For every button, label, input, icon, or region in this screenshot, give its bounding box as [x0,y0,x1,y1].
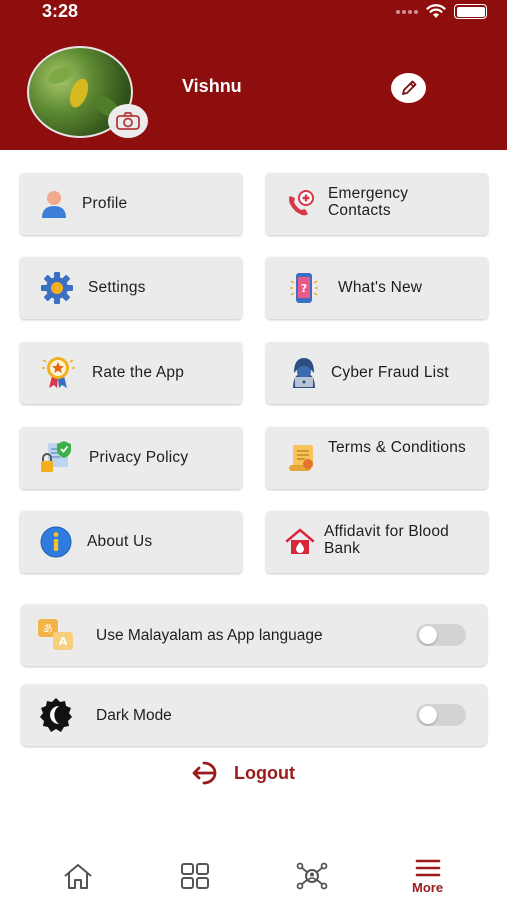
rating-badge-icon [40,354,76,390]
hacker-icon [286,354,322,390]
svg-text:A: A [59,635,68,648]
tab-home[interactable] [62,862,94,890]
user-name: Vishnu [182,76,242,96]
pencil-icon [401,80,416,95]
menu-label: About Us [87,533,153,550]
signal-icon [396,9,418,14]
menu-label: Terms & Conditions [328,439,466,456]
menu-label: Settings [88,279,146,296]
change-photo-button[interactable] [108,104,148,138]
menu-item-cyber-fraud-list[interactable]: Cyber Fraud List [266,342,488,404]
edit-profile-button[interactable] [391,73,426,103]
menu-item-profile[interactable]: Profile [20,173,242,235]
camera-icon [116,112,140,130]
battery-icon [454,4,487,19]
scroll-document-icon [284,440,320,476]
menu-label: Affidavit for Blood Bank [324,523,449,557]
network-icon [296,862,328,890]
whats-new-phone-icon: ? [286,270,322,306]
wifi-icon [426,4,446,18]
menu-label: Profile [82,195,128,212]
home-icon [64,864,92,889]
tab-services[interactable] [180,862,210,890]
status-time: 3:28 [42,1,79,21]
person-icon [36,186,72,222]
tab-more-label: More [412,880,444,895]
svg-text:あ: あ [43,623,53,635]
menu-label: Emergency Contacts [328,185,409,219]
svg-text:?: ? [301,282,307,295]
tab-more[interactable]: More [412,858,443,895]
dark-mode-switch[interactable] [416,704,466,726]
dark-mode-toggle-row: Dark Mode [21,684,487,746]
menu-icon [415,859,440,877]
settings-gear-icon [39,270,75,306]
menu-item-rate-app[interactable]: Rate the App [20,342,242,404]
language-toggle-label: Use Malayalam as App language [96,627,323,644]
status-icons [396,4,487,19]
dark-mode-label: Dark Mode [96,707,172,724]
language-switch[interactable] [416,624,466,646]
menu-item-emergency-contacts[interactable]: Emergency Contacts [266,173,488,235]
menu-label: Privacy Policy [89,449,189,466]
menu-label: What's New [338,279,423,296]
menu-item-affidavit-blood-bank[interactable]: Affidavit for Blood Bank [266,511,488,573]
dark-mode-icon [37,697,75,733]
privacy-lock-icon [38,439,74,475]
menu-item-terms-conditions[interactable]: Terms & Conditions [266,427,488,489]
profile-header: 3:28 Vishnu [0,0,507,150]
emergency-phone-icon [282,186,318,222]
menu-label: Cyber Fraud List [331,364,449,381]
language-toggle-row: あA Use Malayalam as App language [21,604,487,666]
menu-item-about-us[interactable]: About Us [20,511,242,573]
translate-icon: あA [37,617,75,653]
menu-item-whats-new[interactable]: ? What's New [266,257,488,319]
bottom-tab-bar: More [0,850,507,900]
tab-network[interactable] [296,862,328,890]
blood-bank-home-icon [282,524,318,560]
menu-label: Rate the App [92,364,185,381]
logout-icon [192,761,217,785]
menu-item-privacy-policy[interactable]: Privacy Policy [20,427,242,489]
logout-button[interactable]: Logout [192,760,295,786]
logout-label: Logout [234,762,295,783]
menu-item-settings[interactable]: Settings [20,257,242,319]
info-icon [38,524,74,560]
grid-icon [181,863,209,889]
